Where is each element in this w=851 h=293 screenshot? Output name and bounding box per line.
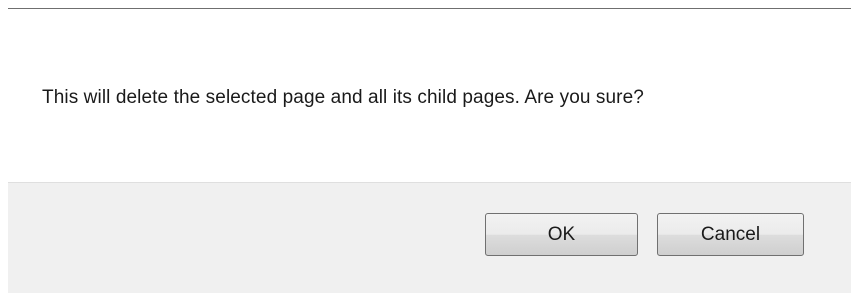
dialog-message-area: This will delete the selected page and a… xyxy=(8,9,851,183)
ok-button[interactable]: OK xyxy=(485,213,638,256)
cancel-button[interactable]: Cancel xyxy=(657,213,804,256)
dialog-button-bar: OK Cancel xyxy=(8,182,851,293)
confirm-dialog: This will delete the selected page and a… xyxy=(0,0,851,293)
dialog-message: This will delete the selected page and a… xyxy=(42,87,644,108)
